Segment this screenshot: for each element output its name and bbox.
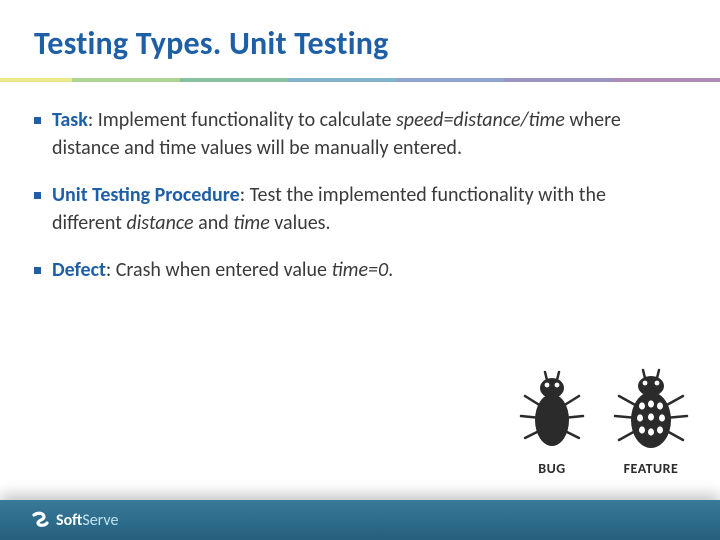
feature-icon: [611, 366, 691, 458]
bullet-text: values.: [270, 211, 331, 235]
content-area: Task: Implement functionality to calcula…: [34, 106, 672, 302]
bullet-text: : Crash when entered value: [106, 258, 332, 282]
bug-feature-figure: BUG: [508, 366, 698, 496]
brand-text-a: Soft: [56, 511, 82, 530]
bullet-text: and: [194, 211, 234, 235]
bug-label: BUG: [538, 460, 565, 477]
bullet-ital: time=0: [332, 258, 389, 282]
bullet-lead: Task: [52, 108, 88, 132]
brand-text-b: Serve: [82, 511, 118, 530]
bug-column: BUG: [515, 366, 589, 477]
brand-logo: SoftServe: [28, 509, 118, 531]
feature-label: FEATURE: [624, 460, 679, 477]
bug-icon: [515, 366, 589, 458]
bullet-lead: Unit Testing Procedure: [52, 183, 240, 207]
bullet-ital: time: [233, 211, 270, 235]
bullet-text: .: [388, 258, 393, 282]
slide: Testing Types. Unit Testing Task: Implem…: [0, 0, 720, 540]
bullet-procedure: Unit Testing Procedure: Test the impleme…: [34, 181, 672, 238]
color-divider: [0, 78, 720, 82]
bullet-lead: Defect: [52, 258, 106, 282]
bullet-defect: Defect: Crash when entered value time=0.: [34, 256, 672, 284]
bullet-text: : Implement functionality to calculate: [88, 108, 396, 132]
bullet-ital: speed=distance/time: [396, 108, 565, 132]
bullet-task: Task: Implement functionality to calcula…: [34, 106, 672, 163]
footer-bar: SoftServe: [0, 500, 720, 540]
slide-title: Testing Types. Unit Testing: [34, 24, 389, 63]
feature-column: FEATURE: [611, 366, 691, 477]
brand-mark-icon: [28, 509, 50, 531]
bullet-ital: distance: [126, 211, 193, 235]
